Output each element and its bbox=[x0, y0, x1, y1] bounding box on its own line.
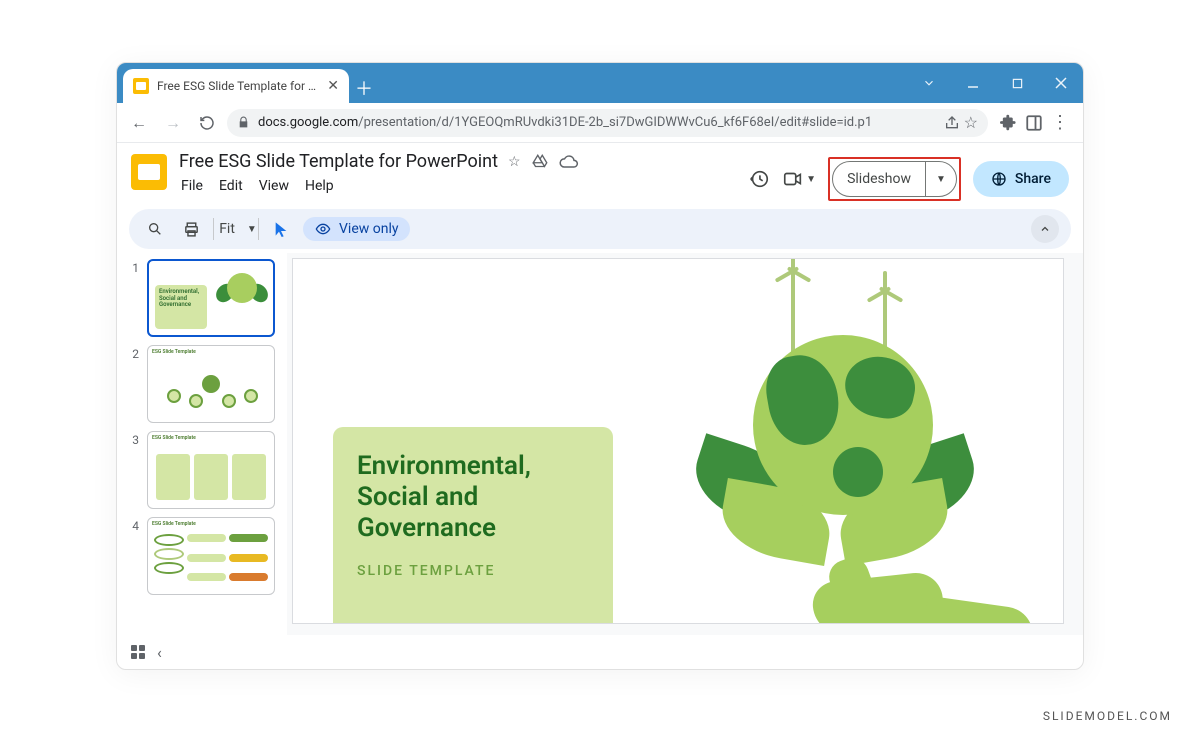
window-maximize-button[interactable] bbox=[995, 63, 1039, 103]
print-icon[interactable] bbox=[177, 215, 205, 243]
bottom-bar: ‹ bbox=[117, 635, 1083, 669]
slide-illustration bbox=[633, 277, 1033, 623]
slide-thumbnail[interactable]: 4 ESG Slide Template bbox=[127, 517, 279, 595]
history-icon[interactable] bbox=[748, 168, 770, 190]
workspace: 1 Environmental, Social and Governance 2 bbox=[117, 253, 1083, 635]
wind-turbine-icon bbox=[791, 267, 795, 353]
prev-slide-icon[interactable]: ‹ bbox=[157, 643, 162, 662]
menu-help[interactable]: Help bbox=[305, 178, 334, 194]
zoom-control[interactable]: Fit ▼ bbox=[222, 215, 250, 243]
share-url-icon[interactable] bbox=[944, 115, 960, 131]
bookmark-star-icon[interactable]: ☆ bbox=[964, 113, 978, 132]
slide-preview: ESG Slide Template bbox=[147, 517, 275, 595]
slide-thumbnail[interactable]: 3 ESG Slide Template bbox=[127, 431, 279, 509]
new-tab-button[interactable]: ＋ bbox=[349, 73, 379, 103]
slideshow-button[interactable]: Slideshow bbox=[833, 162, 925, 196]
slides-favicon-icon bbox=[133, 78, 149, 94]
docs-header: Free ESG Slide Template for PowerPoint ☆… bbox=[117, 143, 1083, 205]
hand-icon bbox=[773, 557, 1013, 623]
nav-forward-button[interactable]: → bbox=[159, 109, 187, 137]
slide-preview: ESG Slide Template bbox=[147, 431, 275, 509]
tab-title: Free ESG Slide Template for Pow bbox=[157, 79, 319, 93]
select-tool-icon[interactable] bbox=[267, 215, 295, 243]
slide-number: 3 bbox=[127, 431, 139, 509]
share-button[interactable]: Share bbox=[973, 161, 1069, 197]
slide-title-text: Environmental, Social and Governance bbox=[357, 451, 589, 545]
slide-number: 4 bbox=[127, 517, 139, 595]
menu-bar: File Edit View Help bbox=[179, 172, 579, 194]
close-tab-icon[interactable]: ✕ bbox=[327, 78, 339, 94]
slide-thumbnail-panel[interactable]: 1 Environmental, Social and Governance 2 bbox=[117, 253, 287, 635]
watermark-text: SLIDEMODEL.COM bbox=[1043, 709, 1172, 723]
browser-tab[interactable]: Free ESG Slide Template for Pow ✕ bbox=[123, 69, 349, 103]
slide-number: 2 bbox=[127, 345, 139, 423]
cloud-status-icon[interactable] bbox=[559, 152, 579, 172]
star-icon[interactable]: ☆ bbox=[508, 154, 521, 170]
slide-canvas-area[interactable]: Environmental, Social and Governance SLI… bbox=[287, 253, 1083, 635]
slide-thumbnail[interactable]: 2 ESG Slide Template bbox=[127, 345, 279, 423]
menu-edit[interactable]: Edit bbox=[219, 178, 243, 194]
view-only-chip[interactable]: View only bbox=[303, 217, 410, 241]
browser-toolbar: ← → docs.google.com/presentation/d/1YGEO… bbox=[117, 103, 1083, 143]
share-label: Share bbox=[1015, 171, 1051, 187]
chevron-down-icon[interactable] bbox=[907, 63, 951, 103]
slides-logo-icon[interactable] bbox=[131, 154, 167, 190]
extensions-icon[interactable] bbox=[1000, 114, 1017, 131]
slide-thumbnail[interactable]: 1 Environmental, Social and Governance bbox=[127, 259, 279, 337]
menu-view[interactable]: View bbox=[259, 178, 289, 194]
slide-preview: Environmental, Social and Governance bbox=[147, 259, 275, 337]
window-minimize-button[interactable] bbox=[951, 63, 995, 103]
slide-preview: ESG Slide Template bbox=[147, 345, 275, 423]
browser-titlebar: Free ESG Slide Template for Pow ✕ ＋ bbox=[117, 63, 1083, 103]
account-switcher-icon[interactable] bbox=[1025, 114, 1043, 132]
address-bar[interactable]: docs.google.com/presentation/d/1YGEOQmRU… bbox=[227, 109, 988, 137]
url-text: docs.google.com/presentation/d/1YGEOQmRU… bbox=[258, 115, 872, 130]
lock-icon bbox=[237, 116, 250, 129]
slideshow-dropdown[interactable]: ▼ bbox=[926, 174, 956, 185]
docs-toolbar: Fit ▼ View only bbox=[129, 209, 1071, 249]
slide-canvas: Environmental, Social and Governance SLI… bbox=[293, 259, 1063, 623]
slideshow-button-group: Slideshow ▼ bbox=[832, 161, 957, 197]
title-text-box: Environmental, Social and Governance SLI… bbox=[333, 427, 613, 623]
slide-subtitle-text: SLIDE TEMPLATE bbox=[357, 563, 589, 579]
slideshow-highlight: Slideshow ▼ bbox=[828, 157, 961, 201]
window-close-button[interactable] bbox=[1039, 63, 1083, 103]
grid-view-icon[interactable] bbox=[131, 645, 145, 659]
doc-title[interactable]: Free ESG Slide Template for PowerPoint bbox=[179, 151, 498, 172]
browser-window: Free ESG Slide Template for Pow ✕ ＋ bbox=[116, 62, 1084, 670]
nav-back-button[interactable]: ← bbox=[125, 109, 153, 137]
meet-icon[interactable]: ▼ bbox=[782, 168, 816, 190]
nav-reload-button[interactable] bbox=[193, 109, 221, 137]
toolbar-collapse-icon[interactable] bbox=[1031, 215, 1059, 243]
slide-number: 1 bbox=[127, 259, 139, 337]
globe-icon bbox=[753, 335, 933, 515]
search-menus-icon[interactable] bbox=[141, 215, 169, 243]
move-to-drive-icon[interactable] bbox=[531, 153, 549, 171]
menu-file[interactable]: File bbox=[181, 178, 203, 194]
zoom-label: Fit bbox=[219, 221, 235, 237]
chrome-menu-icon[interactable]: ⋮ bbox=[1051, 112, 1069, 133]
